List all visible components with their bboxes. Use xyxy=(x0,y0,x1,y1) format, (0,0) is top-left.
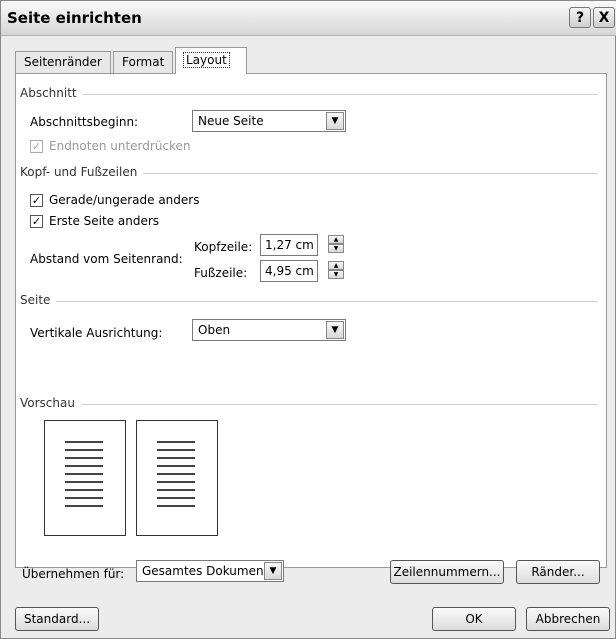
section-start-select[interactable]: Neue Seite ▼ xyxy=(192,110,346,132)
header-distance-spinner[interactable]: ▲ ▼ xyxy=(328,235,344,255)
page-group: Seite xyxy=(20,293,598,307)
distance-label: Abstand vom Seitenrand: xyxy=(30,252,183,266)
tab-format[interactable]: Format xyxy=(113,51,173,73)
tab-margins[interactable]: Seitenränder xyxy=(15,51,111,73)
footer-distance-input[interactable]: 4,95 cm xyxy=(260,260,318,282)
preview-page-left xyxy=(44,420,126,536)
spin-down-icon[interactable]: ▼ xyxy=(328,270,344,279)
header-distance-label: Kopfzeile: xyxy=(194,240,253,254)
dialog-title: Seite einrichten xyxy=(7,9,142,27)
page-setup-dialog: Seite einrichten ? X Seitenränder Format… xyxy=(0,0,616,639)
tab-layout-label: Layout xyxy=(183,52,230,68)
headers-group: Kopf- und Fußzeilen xyxy=(20,165,598,179)
valign-value: Oben xyxy=(198,323,231,337)
divider xyxy=(20,94,598,95)
spin-up-icon[interactable]: ▲ xyxy=(328,261,344,270)
cancel-button[interactable]: Abbrechen xyxy=(526,607,610,631)
close-button[interactable]: X xyxy=(593,7,615,28)
footer-distance-spinner[interactable]: ▲ ▼ xyxy=(328,261,344,281)
help-button[interactable]: ? xyxy=(569,7,591,28)
tab-layout[interactable]: Layout xyxy=(175,47,247,74)
spin-down-icon[interactable]: ▼ xyxy=(328,244,344,253)
apply-to-value: Gesamtes Dokument xyxy=(142,564,269,578)
title-bar[interactable]: Seite einrichten ? X xyxy=(1,1,616,36)
chevron-down-icon[interactable]: ▼ xyxy=(264,562,282,580)
suppress-endnotes-label: Endnoten unterdrücken xyxy=(49,139,191,153)
apply-to-select[interactable]: Gesamtes Dokument ▼ xyxy=(136,560,284,582)
apply-to-label: Übernehmen für: xyxy=(22,567,125,581)
odd-even-label[interactable]: Gerade/ungerade anders xyxy=(49,193,199,207)
preview-group: Vorschau xyxy=(20,396,598,410)
valign-select[interactable]: Oben ▼ xyxy=(192,319,346,341)
layout-panel: Abschnitt Abschnittsbeginn: Neue Seite ▼… xyxy=(15,73,607,584)
footer-distance-value: 4,95 cm xyxy=(265,264,314,278)
spin-up-icon[interactable]: ▲ xyxy=(328,235,344,244)
default-button[interactable]: Standard... xyxy=(15,607,99,631)
ok-button[interactable]: OK xyxy=(432,607,516,631)
section-start-label: Abschnittsbeginn: xyxy=(30,115,139,129)
odd-even-checkbox[interactable]: ✓ xyxy=(30,194,43,207)
chevron-down-icon[interactable]: ▼ xyxy=(326,112,344,130)
header-distance-input[interactable]: 1,27 cm xyxy=(260,234,318,256)
section-heading: Abschnitt xyxy=(20,86,83,100)
headers-heading: Kopf- und Fußzeilen xyxy=(20,165,144,179)
preview-page-right xyxy=(136,420,218,536)
chevron-down-icon[interactable]: ▼ xyxy=(326,321,344,339)
line-numbers-button[interactable]: Zeilennummern... xyxy=(390,560,504,584)
header-distance-value: 1,27 cm xyxy=(265,238,314,252)
first-page-label[interactable]: Erste Seite anders xyxy=(49,214,159,228)
first-page-checkbox[interactable]: ✓ xyxy=(30,215,43,228)
page-heading: Seite xyxy=(20,293,57,307)
section-start-value: Neue Seite xyxy=(198,114,264,128)
footer-distance-label: Fußzeile: xyxy=(194,266,248,280)
borders-button[interactable]: Ränder... xyxy=(516,560,600,584)
divider xyxy=(20,404,598,405)
preview-heading: Vorschau xyxy=(20,396,81,410)
valign-label: Vertikale Ausrichtung: xyxy=(30,326,163,340)
section-group: Abschnitt xyxy=(20,86,598,100)
divider xyxy=(20,301,598,302)
suppress-endnotes-checkbox: ✓ xyxy=(30,140,43,153)
